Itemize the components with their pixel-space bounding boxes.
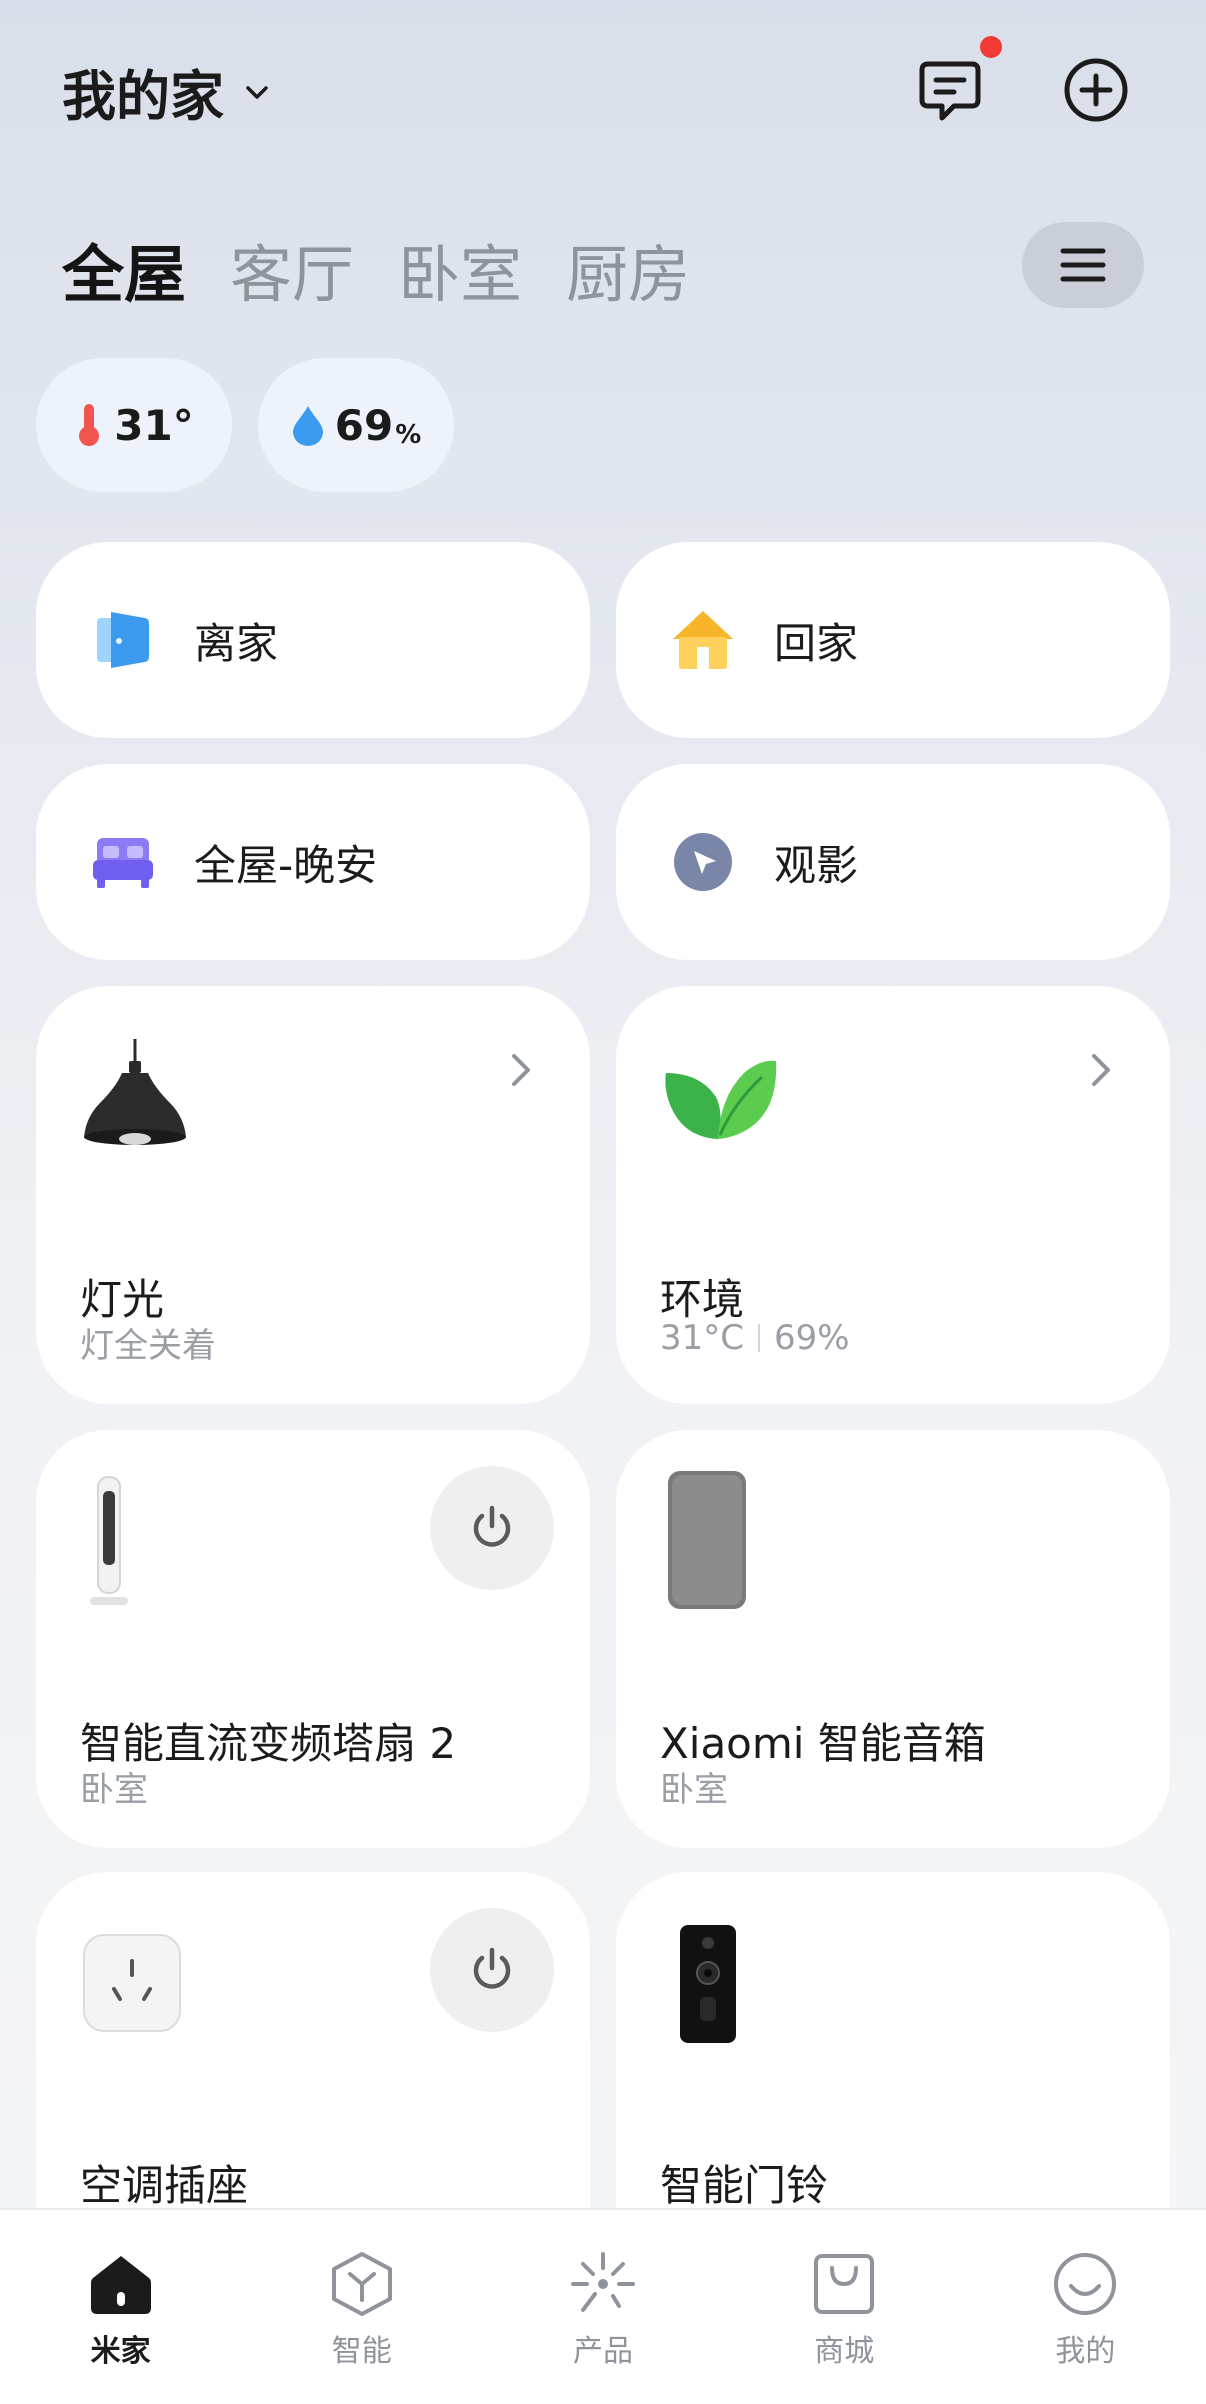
top-header: 我的家 [0, 0, 1206, 180]
pendant-lamp-icon [80, 1022, 210, 1172]
unread-badge [980, 36, 1002, 58]
scene-movie[interactable]: 观影 [616, 764, 1170, 960]
device-card-smart-speaker[interactable]: Xiaomi 智能音箱 卧室 [616, 1430, 1170, 1848]
scene-label: 回家 [774, 618, 859, 668]
leave-home-door-icon [88, 605, 158, 675]
environment-humidity: 69% [774, 1318, 850, 1358]
thermometer-icon [79, 404, 100, 446]
sparkle-icon [571, 2252, 635, 2312]
nav-label: 我的 [1055, 2334, 1116, 2369]
nav-products[interactable]: 产品 [482, 2210, 723, 2404]
humidity-value: 69 [334, 400, 394, 450]
tab-living-room[interactable]: 客厅 [230, 224, 354, 314]
home-icon [668, 605, 738, 675]
nav-mi-home[interactable]: 米家 [0, 2210, 241, 2404]
menu-icon [1060, 248, 1106, 282]
humidity-unit: % [395, 420, 422, 450]
device-status: 灯全关着 [80, 1326, 216, 1366]
bottom-nav: 米家 智能 产品 商城 我的 [0, 2208, 1206, 2404]
nav-smart[interactable]: 智能 [241, 2210, 482, 2404]
home-icon [90, 2256, 151, 2314]
nav-store[interactable]: 商城 [724, 2210, 965, 2404]
tab-bedroom[interactable]: 卧室 [398, 224, 522, 314]
tab-whole-house[interactable]: 全屋 [62, 224, 186, 314]
shopping-bag-icon [814, 2254, 875, 2314]
scene-label: 全屋-晚安 [194, 840, 378, 890]
temperature-pill[interactable]: 31° [36, 358, 232, 492]
power-button[interactable] [430, 1466, 554, 1590]
device-card-environment[interactable]: 环境 31°C 69% [616, 986, 1170, 1404]
bed-icon [88, 827, 158, 897]
power-icon [473, 1505, 511, 1547]
home-switcher[interactable]: 我的家 [62, 52, 272, 131]
scene-label: 观影 [774, 840, 859, 890]
chevron-down-icon [246, 85, 268, 99]
room-tabs: 全屋 客厅 卧室 厨房 [62, 224, 690, 314]
divider [758, 1324, 761, 1352]
scene-good-night[interactable]: 全屋-晚安 [36, 764, 590, 960]
device-room: 卧室 [660, 1770, 728, 1810]
nav-label: 米家 [90, 2334, 151, 2369]
power-icon [473, 1947, 511, 1989]
scene-arrive-home[interactable]: 回家 [616, 542, 1170, 738]
cube-icon [331, 2252, 392, 2316]
humidity-pill[interactable]: 69 % [258, 358, 454, 492]
device-card-tower-fan[interactable]: 智能直流变频塔扇 2 卧室 [36, 1430, 590, 1848]
scene-label: 离家 [194, 618, 279, 668]
environment-temperature: 31°C [660, 1318, 745, 1358]
room-menu-button[interactable] [1022, 222, 1144, 308]
chevron-right-icon [1092, 1054, 1110, 1086]
chevron-right-icon [512, 1054, 530, 1086]
home-title: 我的家 [62, 65, 224, 128]
nav-label: 产品 [573, 2334, 633, 2369]
cursor-icon [668, 827, 738, 897]
power-button[interactable] [430, 1908, 554, 2032]
message-icon[interactable] [912, 52, 988, 128]
leaf-icon [660, 1022, 790, 1172]
temperature-value: 31° [114, 400, 194, 450]
smart-speaker-icon [660, 1466, 790, 1616]
doorbell-icon [660, 1908, 790, 2058]
smile-icon [1054, 2253, 1117, 2315]
device-card-lights[interactable]: 灯光 灯全关着 [36, 986, 590, 1404]
device-room: 卧室 [80, 1770, 148, 1810]
water-drop-icon [292, 406, 323, 446]
smart-plug-icon [80, 1908, 210, 2058]
plus-circle-icon[interactable] [1058, 52, 1134, 128]
nav-me[interactable]: 我的 [965, 2210, 1206, 2404]
environment-status: 31°C 69% [660, 1318, 850, 1358]
nav-label: 商城 [814, 2334, 875, 2369]
tab-kitchen[interactable]: 厨房 [566, 224, 690, 314]
scene-leave-home[interactable]: 离家 [36, 542, 590, 738]
nav-label: 智能 [331, 2334, 392, 2369]
tower-fan-icon [80, 1466, 210, 1616]
